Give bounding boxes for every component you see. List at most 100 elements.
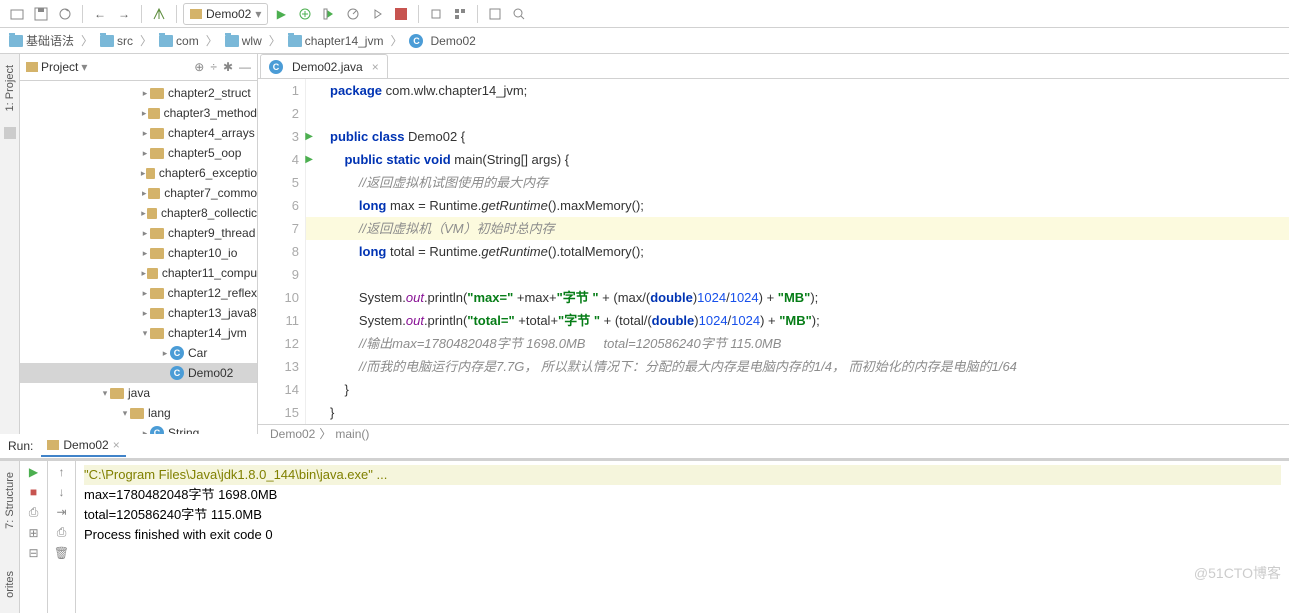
code-body[interactable]: package com.wlw.chapter14_jvm;public cla… — [306, 79, 1289, 424]
tree-item[interactable]: ▸chapter4_arrays — [20, 123, 257, 143]
search-icon[interactable] — [508, 3, 530, 25]
project-panel: Project ▾ ⊕ ÷ ✱ — ▸chapter2_struct▸chapt… — [20, 54, 258, 434]
left-gutter: 1: Project — [0, 54, 20, 434]
run-panel: Run: Demo02 × 7: Structure orites ▶ ■ ⎙ … — [0, 434, 1289, 613]
tree-item[interactable]: ▾lang — [20, 403, 257, 423]
print-icon[interactable]: ⎙ — [57, 525, 67, 540]
delete-icon[interactable]: 🗑 — [54, 546, 69, 560]
run-toolbar-right: ↑ ↓ ⇥ ⎙ 🗑 — [48, 461, 76, 613]
console-output[interactable]: "C:\Program Files\Java\jdk1.8.0_144\bin\… — [76, 461, 1289, 613]
breadcrumb: 基础语法〉 src〉 com〉 wlw〉 chapter14_jvm〉 CDem… — [0, 28, 1289, 54]
pin-icon[interactable]: ⊟ — [28, 546, 38, 560]
code-line[interactable]: System.out.println("max=" +max+"字节 " + (… — [306, 286, 1289, 309]
tree-item[interactable]: CDemo02 — [20, 363, 257, 383]
run-config-selector[interactable]: Demo02 ▾ — [183, 3, 268, 25]
close-icon[interactable]: × — [113, 438, 120, 452]
main-toolbar: ← → Demo02 ▾ ▶ — [0, 0, 1289, 28]
profile-icon[interactable] — [342, 3, 364, 25]
layout-icon[interactable]: ⊞ — [28, 526, 38, 540]
breadcrumb-item[interactable]: 基础语法 — [6, 32, 77, 49]
run-toolbar-left: ▶ ■ ⎙ ⊞ ⊟ — [20, 461, 48, 613]
tree-item[interactable]: ▸chapter13_java8 — [20, 303, 257, 323]
crumb-item[interactable]: main() — [335, 427, 369, 441]
close-icon[interactable]: × — [372, 60, 379, 74]
tree-item[interactable]: ▸CCar — [20, 343, 257, 363]
code-line[interactable]: public static void main(String[] args) { — [306, 148, 1289, 171]
tree-item[interactable]: ▾chapter14_jvm — [20, 323, 257, 343]
run-tab-label: Demo02 — [63, 438, 108, 452]
code-line[interactable]: //返回虚拟机试图使用的最大内存 — [306, 171, 1289, 194]
run-config-label: Demo02 — [206, 7, 251, 21]
capture-icon[interactable]: ⎙ — [29, 505, 39, 520]
tree-item[interactable]: ▾java — [20, 383, 257, 403]
stop-icon[interactable] — [390, 3, 412, 25]
code-line[interactable]: } — [306, 401, 1289, 424]
debug-icon[interactable] — [294, 3, 316, 25]
breadcrumb-item[interactable]: CDemo02 — [406, 34, 478, 48]
hide-icon[interactable]: — — [239, 60, 251, 74]
editor-tabs: C Demo02.java × — [258, 54, 1289, 79]
crumb-item[interactable]: Demo02 — [270, 427, 315, 441]
code-line[interactable]: long total = Runtime.getRuntime().totalM… — [306, 240, 1289, 263]
code-line[interactable]: //而我的电脑运行内存是7.7G， 所以默认情况下：分配的最大内存是电脑内存的1… — [306, 355, 1289, 378]
code-line[interactable]: System.out.println("total=" +total+"字节 "… — [306, 309, 1289, 332]
target-icon[interactable]: ⊕ — [194, 60, 204, 74]
tab-label: Demo02.java — [292, 60, 363, 74]
code-line[interactable]: //输出max=1780482048字节 1698.0MB total=1205… — [306, 332, 1289, 355]
console-line: "C:\Program Files\Java\jdk1.8.0_144\bin\… — [84, 465, 1281, 485]
favorites-tool-tab[interactable]: orites — [2, 565, 18, 604]
tree-item[interactable]: ▸chapter6_exceptio — [20, 163, 257, 183]
code-line[interactable] — [306, 102, 1289, 125]
undo-icon[interactable]: ← — [89, 3, 111, 25]
tree-item[interactable]: ▸chapter8_collectic — [20, 203, 257, 223]
code-line[interactable]: public class Demo02 { — [306, 125, 1289, 148]
code-line[interactable]: //返回虚拟机（VM）初始时总内存 — [306, 217, 1289, 240]
code-line[interactable] — [306, 263, 1289, 286]
breadcrumb-item[interactable]: chapter14_jvm — [285, 34, 387, 48]
save-icon[interactable] — [30, 3, 52, 25]
tree-item[interactable]: ▸chapter9_thread — [20, 223, 257, 243]
tree-item[interactable]: ▸chapter5_oop — [20, 143, 257, 163]
project-tool-tab[interactable]: 1: Project — [2, 59, 18, 117]
watermark: @51CTO博客 — [1194, 563, 1281, 583]
run-icon[interactable]: ▶ — [270, 3, 292, 25]
structure-tool-tab[interactable]: 7: Structure — [2, 466, 18, 535]
run-tab[interactable]: Demo02 × — [41, 435, 125, 457]
tree-item[interactable]: ▸chapter7_commo — [20, 183, 257, 203]
gutter[interactable]: 123▶4▶56789101112131415 — [258, 79, 306, 424]
down-icon[interactable]: ↓ — [59, 485, 65, 499]
tree-item[interactable]: ▸chapter3_method — [20, 103, 257, 123]
tree-item[interactable]: ▸chapter11_compu — [20, 263, 257, 283]
run-label: Run: — [8, 439, 33, 453]
attach-icon[interactable] — [366, 3, 388, 25]
code-line[interactable]: package com.wlw.chapter14_jvm; — [306, 79, 1289, 102]
breadcrumb-item[interactable]: src — [97, 34, 136, 48]
stop-icon[interactable]: ■ — [30, 485, 37, 499]
tree-item[interactable]: ▸chapter10_io — [20, 243, 257, 263]
build-icon[interactable] — [148, 3, 170, 25]
tree-item[interactable]: ▸CString — [20, 423, 257, 434]
refresh-icon[interactable] — [54, 3, 76, 25]
open-icon[interactable] — [6, 3, 28, 25]
breadcrumb-item[interactable]: com — [156, 34, 202, 48]
vcs-icon[interactable] — [425, 3, 447, 25]
rerun-icon[interactable]: ▶ — [29, 465, 38, 479]
code-line[interactable]: } — [306, 378, 1289, 401]
console-line: Process finished with exit code 0 — [84, 525, 1281, 545]
up-icon[interactable]: ↑ — [59, 465, 65, 479]
code-line[interactable]: long max = Runtime.getRuntime().maxMemor… — [306, 194, 1289, 217]
structure-icon[interactable] — [449, 3, 471, 25]
editor-tab[interactable]: C Demo02.java × — [260, 54, 388, 78]
redo-icon[interactable]: → — [113, 3, 135, 25]
breadcrumb-item[interactable]: wlw — [222, 34, 265, 48]
settings-icon[interactable]: ✱ — [223, 60, 233, 74]
editor: C Demo02.java × 123▶4▶56789101112131415 … — [258, 54, 1289, 434]
coverage-icon[interactable] — [318, 3, 340, 25]
expand-icon[interactable] — [484, 3, 506, 25]
project-tree[interactable]: ▸chapter2_struct▸chapter3_method▸chapter… — [20, 81, 257, 434]
tree-item[interactable]: ▸chapter2_struct — [20, 83, 257, 103]
bookmark-icon[interactable] — [4, 127, 16, 139]
collapse-icon[interactable]: ÷ — [210, 60, 217, 74]
tree-item[interactable]: ▸chapter12_reflex — [20, 283, 257, 303]
wrap-icon[interactable]: ⇥ — [56, 505, 66, 519]
